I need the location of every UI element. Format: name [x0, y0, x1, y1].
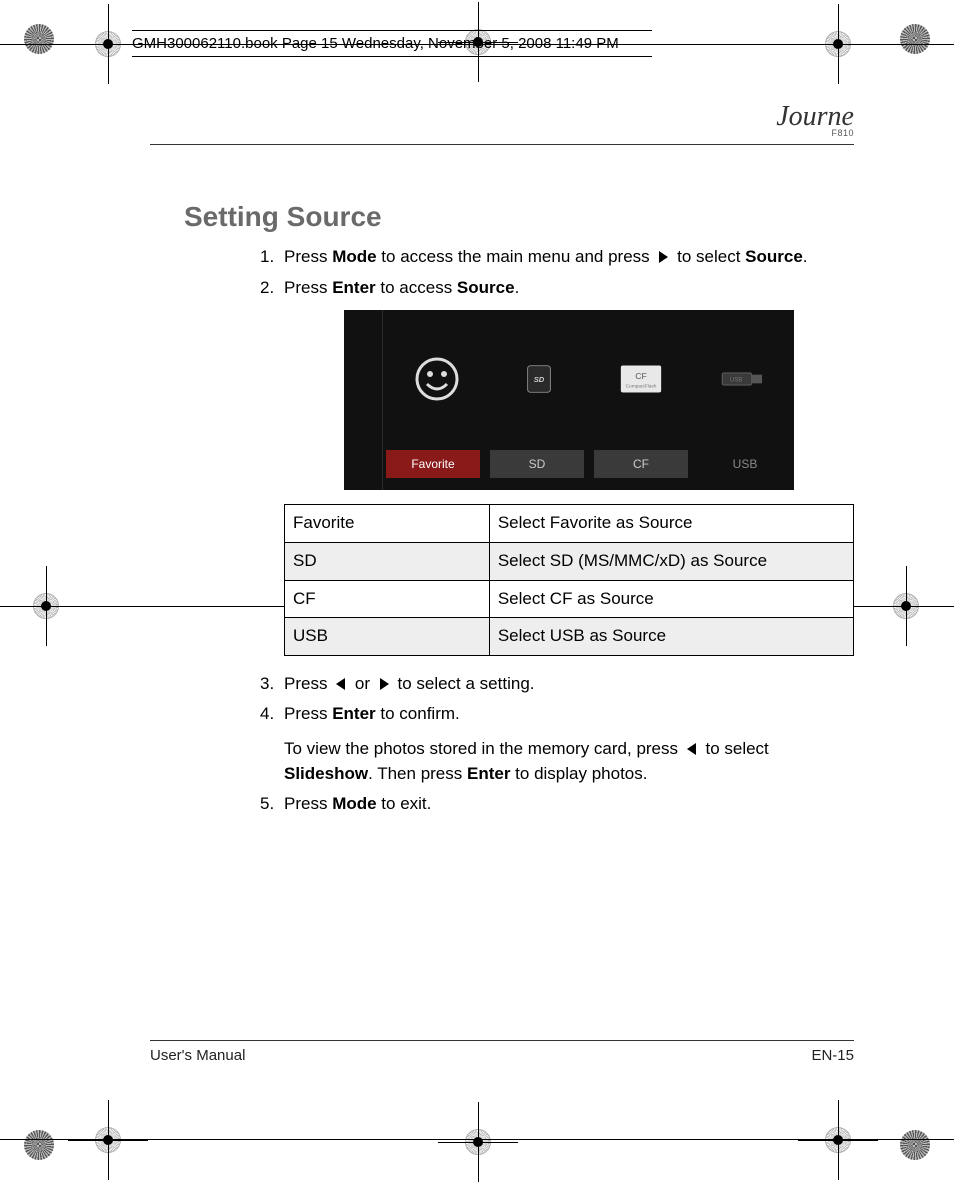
favorite-smiley-icon [411, 353, 463, 405]
footer-right: EN-15 [811, 1047, 854, 1064]
crop-mark-icon [90, 1122, 126, 1158]
step-4: Press Enter to confirm. To view the phot… [260, 702, 854, 786]
svg-text:CF: CF [635, 371, 647, 381]
source-label-cf: CF [594, 450, 688, 478]
table-row: FavoriteSelect Favorite as Source [285, 505, 854, 543]
table-row: USBSelect USB as Source [285, 618, 854, 656]
sd-card-icon: SD [513, 353, 565, 405]
source-label-usb: USB [698, 450, 792, 478]
source-label-sd: SD [490, 450, 584, 478]
source-icons-row: SD CF CompactFlash USB [344, 310, 794, 448]
page-title: Setting Source [184, 201, 854, 233]
print-mark-icon [24, 1130, 54, 1160]
content: Press Mode to access the main menu and p… [260, 245, 854, 817]
arrow-right-icon [656, 250, 670, 264]
step-5: Press Mode to exit. [260, 792, 854, 817]
table-row: CFSelect CF as Source [285, 580, 854, 618]
step-1: Press Mode to access the main menu and p… [260, 245, 854, 270]
step-2: Press Enter to access Source. SD CFCompa… [260, 276, 854, 656]
book-header: GMH300062110.book Page 15 Wednesday, Nov… [132, 30, 652, 57]
source-table: FavoriteSelect Favorite as Source SDSele… [284, 504, 854, 656]
print-mark-icon [900, 1130, 930, 1160]
print-mark-icon [900, 24, 930, 54]
cf-card-icon: CF CompactFlash [615, 353, 667, 405]
svg-text:SD: SD [534, 375, 545, 384]
crop-mark-icon [460, 1124, 496, 1160]
crop-mark-icon [820, 1122, 856, 1158]
brand-logo: Journe F810 [776, 106, 854, 138]
source-labels-row: Favorite SD CF USB [344, 448, 794, 490]
arrow-right-icon [377, 677, 391, 691]
svg-text:USB: USB [730, 378, 742, 384]
step-4-note: To view the photos stored in the memory … [284, 737, 854, 786]
steps-list: Press Mode to access the main menu and p… [260, 245, 854, 817]
page-body: Journe F810 Setting Source Press Mode to… [150, 98, 854, 1064]
arrow-left-icon [685, 742, 699, 756]
header-rule [150, 144, 854, 145]
step-3: Press or to select a setting. [260, 672, 854, 697]
usb-stick-icon: USB [717, 353, 769, 405]
table-row: SDSelect SD (MS/MMC/xD) as Source [285, 542, 854, 580]
source-label-favorite: Favorite [386, 450, 480, 478]
device-screenshot: SD CF CompactFlash USB Favorite SD CF [344, 310, 794, 490]
print-mark-icon [24, 24, 54, 54]
page-footer: User's Manual EN-15 [150, 1040, 854, 1064]
brand-name: Journe [776, 106, 854, 128]
crop-line [0, 1139, 954, 1140]
footer-left: User's Manual [150, 1047, 245, 1064]
arrow-left-icon [334, 677, 348, 691]
svg-text:CompactFlash: CompactFlash [626, 384, 657, 390]
